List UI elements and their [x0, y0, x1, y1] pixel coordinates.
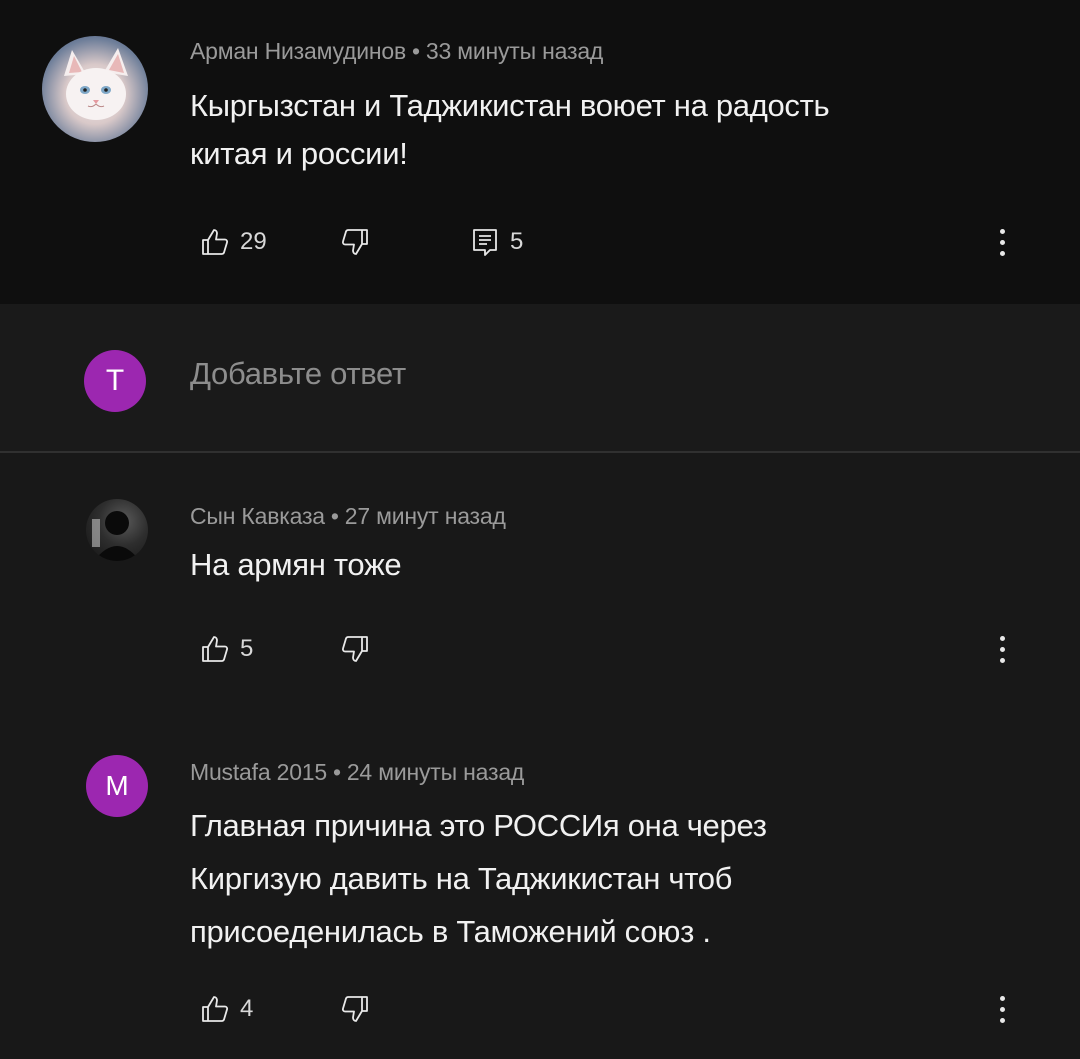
- comment-actions: 4: [190, 989, 1050, 1029]
- meta-separator: •: [412, 38, 420, 64]
- add-reply-panel: [0, 304, 1080, 452]
- author-name[interactable]: Сын Кавказа: [190, 503, 325, 529]
- like-count: 4: [240, 995, 254, 1022]
- comment-time[interactable]: 33 минуты назад: [426, 38, 603, 64]
- cat-avatar-image: [64, 48, 128, 120]
- reply-count: 5: [510, 228, 524, 255]
- comment-text-line: присоеденилась в Таможений союз .: [190, 914, 711, 949]
- comment-text: Главная причина это РОССИя она через Кир…: [190, 799, 1010, 958]
- dislike-button[interactable]: [340, 989, 370, 1029]
- dislike-button[interactable]: [340, 222, 370, 262]
- add-reply-input[interactable]: Добавьте ответ: [190, 356, 406, 392]
- comment-text-line: Кыргызстан и Таджикистан воюет на радост…: [190, 88, 830, 123]
- thumbs-down-icon: [341, 636, 368, 662]
- reply-comment: M Mustafa 2015 • 24 минуты назад Главная п…: [0, 733, 1080, 1059]
- comment-text-line: Киргизую давить на Таджикистан чтоб: [190, 861, 733, 896]
- like-button[interactable]: 4: [200, 989, 253, 1029]
- thumbs-down-icon: [341, 996, 368, 1022]
- like-button[interactable]: 5: [200, 629, 253, 669]
- thumbs-up-icon: [202, 996, 229, 1022]
- comment-time[interactable]: 24 минуты назад: [347, 759, 524, 785]
- person-silhouette-icon: [92, 511, 140, 561]
- like-count: 29: [240, 228, 267, 255]
- comment-meta: Mustafa 2015 • 24 минуты назад: [190, 759, 524, 786]
- author-name[interactable]: Арман Низамудинов: [190, 38, 406, 64]
- thumbs-up-icon: [202, 229, 229, 255]
- comment-time[interactable]: 27 минут назад: [345, 503, 506, 529]
- thumbs-up-icon: [202, 636, 229, 662]
- comment-icon: [473, 229, 497, 256]
- like-count: 5: [240, 635, 254, 662]
- comment-text: На армян тоже: [190, 547, 402, 582]
- comment-text-line: Главная причина это РОССИя она через: [190, 808, 767, 843]
- more-options-icon[interactable]: [996, 222, 1008, 262]
- replies-button[interactable]: 5: [470, 222, 523, 262]
- like-button[interactable]: 29: [200, 222, 267, 262]
- user-avatar[interactable]: T: [84, 350, 146, 412]
- comment-actions: 29 5: [190, 222, 1050, 262]
- meta-separator: •: [332, 759, 341, 785]
- meta-separator: •: [330, 503, 339, 529]
- thumbs-down-icon: [341, 229, 368, 255]
- comment-text: Кыргызстан и Таджикистан воюет на радост…: [190, 82, 1010, 178]
- comment-text-line: китая и россии!: [190, 136, 408, 171]
- comment-meta: Сын Кавказа • 27 минут назад: [190, 503, 506, 530]
- comment-meta: Арман Низамудинов • 33 минуты назад: [190, 38, 603, 65]
- author-name[interactable]: Mustafa 2015: [190, 759, 327, 785]
- reply-comment: Сын Кавказа • 27 минут назад На армян тоже…: [0, 453, 1080, 733]
- cat-avatar[interactable]: [42, 36, 148, 142]
- more-options-icon[interactable]: [996, 989, 1008, 1029]
- person-silhouette-avatar[interactable]: [86, 499, 148, 561]
- more-options-icon[interactable]: [996, 629, 1008, 669]
- comment-actions: 5: [190, 629, 1050, 669]
- user-avatar[interactable]: M: [86, 755, 148, 817]
- top-comment: Арман Низамудинов • 33 минуты назад Кыргыз…: [0, 0, 1080, 304]
- dislike-button[interactable]: [340, 629, 370, 669]
